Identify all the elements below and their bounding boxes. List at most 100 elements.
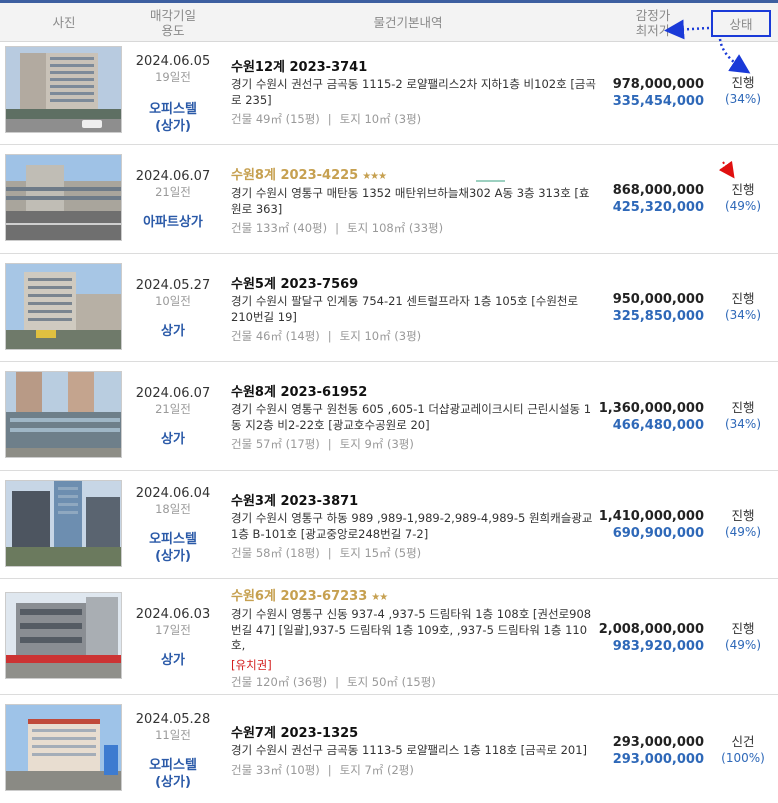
appraisal-price: 293,000,000	[612, 735, 704, 750]
address: 경기 수원시 영통구 원천동 605 ,605-1 더샵광교레이크시티 근린시설…	[231, 402, 592, 432]
use-type[interactable]: 오피스텔	[128, 101, 218, 118]
area-info: 건물 49㎡ (15평) | 토지 10㎡ (3평)	[231, 112, 422, 126]
address: 경기 수원시 팔달구 인계동 754-21 센트럴프라자 1층 105호 [수원…	[231, 294, 579, 324]
status-text: 진행	[731, 182, 755, 197]
rating-stars: ★★	[371, 592, 388, 603]
days-left: 21일전	[155, 185, 191, 199]
days-left: 18일전	[155, 502, 191, 516]
table-row[interactable]: 2024.06.07 21일전 아파트상가 수원8계 2023-4225 ★★★ …	[0, 145, 778, 254]
header-info: 물건기본내역	[373, 15, 443, 30]
status-percent: (34%)	[724, 92, 762, 106]
status-cell: 진행 (49%)	[708, 507, 778, 540]
sale-date: 2024.06.05	[135, 54, 211, 69]
table-row[interactable]: 2024.05.28 11일전 오피스텔 (상가) 수원7계 2023-1325…	[0, 695, 778, 803]
use-type[interactable]: 상가	[128, 323, 218, 340]
status-text: 진행	[731, 291, 755, 306]
status-text: 진행	[731, 400, 755, 415]
status-cell: 진행 (34%)	[708, 399, 778, 432]
price-cell: 1,410,000,000 690,900,000	[598, 508, 704, 542]
status-text: 진행	[731, 621, 755, 636]
days-left: 10일전	[155, 294, 191, 308]
header-date-use: 매각기일 용도	[149, 7, 196, 38]
property-photo[interactable]	[5, 592, 122, 679]
sale-date-cell: 2024.06.07 21일전 상가	[128, 386, 218, 448]
use-type-sub[interactable]: (상가)	[128, 548, 218, 565]
price-cell: 978,000,000 335,454,000	[598, 76, 704, 110]
area-info: 건물 46㎡ (14평) | 토지 10㎡ (3평)	[231, 329, 422, 343]
status-text: 진행	[731, 75, 755, 90]
property-photo[interactable]	[5, 263, 122, 350]
header-status-highlight[interactable]: 상태	[711, 10, 771, 37]
property-photo[interactable]	[5, 704, 122, 791]
use-type[interactable]: 상가	[128, 652, 218, 669]
use-type-sub[interactable]: (상가)	[128, 774, 218, 791]
minimum-price: 293,000,000	[612, 752, 704, 767]
case-number[interactable]: 수원3계 2023-3871	[231, 493, 597, 510]
header-price[interactable]: 감정가 최저가	[598, 3, 708, 42]
case-number[interactable]: 수원8계 2023-61952	[231, 384, 597, 401]
minimum-price: 466,480,000	[612, 418, 704, 433]
use-type[interactable]: 오피스텔	[128, 757, 218, 774]
area-info: 건물 133㎡ (40평) | 토지 108㎡ (33평)	[231, 221, 444, 235]
sale-date: 2024.06.07	[135, 169, 211, 184]
status-cell: 신건 (100%)	[708, 733, 778, 766]
case-number[interactable]: 수원7계 2023-1325	[231, 725, 597, 742]
price-cell: 2,008,000,000 983,920,000	[598, 621, 704, 655]
use-type[interactable]: 오피스텔	[128, 531, 218, 548]
price-cell: 868,000,000 425,320,000	[598, 182, 704, 216]
status-percent: (34%)	[724, 308, 762, 322]
status-cell: 진행 (34%)	[708, 290, 778, 323]
sale-date-cell: 2024.06.07 21일전 아파트상가	[128, 169, 218, 231]
days-left: 11일전	[155, 728, 191, 742]
property-info: 수원6계 2023-67233 ★★ 경기 수원시 영통구 신동 937-4 ,9…	[231, 588, 597, 690]
sale-date-cell: 2024.06.05 19일전 오피스텔 (상가)	[128, 54, 218, 135]
area-info: 건물 120㎡ (36평) | 토지 50㎡ (15평)	[231, 674, 436, 689]
status-cell: 진행 (49%)	[708, 620, 778, 653]
property-photo[interactable]	[5, 46, 122, 133]
area-info: 건물 57㎡ (17평) | 토지 9㎡ (3평)	[231, 437, 414, 451]
area-info: 건물 33㎡ (10평) | 토지 7㎡ (2평)	[231, 762, 414, 777]
sale-date: 2024.05.27	[135, 278, 211, 293]
table-row[interactable]: 2024.06.04 18일전 오피스텔 (상가) 수원3계 2023-3871…	[0, 471, 778, 579]
use-type[interactable]: 상가	[128, 431, 218, 448]
status-text: 진행	[731, 508, 755, 523]
address: 경기 수원시 권선구 금곡동 1115-2 로얄팰리스2차 지하1층 비102호…	[231, 77, 596, 107]
sale-date: 2024.06.03	[135, 607, 211, 622]
status-percent: (49%)	[724, 638, 762, 652]
status-cell: 진행 (49%)	[708, 181, 778, 214]
address: 경기 수원시 권선구 금곡동 1113-5 로얄팰리스 1층 118호 [금곡로…	[231, 743, 588, 757]
table-row[interactable]: 2024.06.05 19일전 오피스텔 (상가) 수원12계 2023-374…	[0, 43, 778, 145]
sale-date: 2024.05.28	[135, 712, 211, 727]
appraisal-price: 1,410,000,000	[598, 509, 704, 524]
sale-date-cell: 2024.05.28 11일전 오피스텔 (상가)	[128, 712, 218, 791]
appraisal-price: 978,000,000	[612, 77, 704, 92]
property-info: 수원12계 2023-3741 경기 수원시 권선구 금곡동 1115-2 로얄…	[231, 59, 597, 127]
table-row[interactable]: 2024.06.07 21일전 상가 수원8계 2023-61952 경기 수원…	[0, 362, 778, 471]
status-text: 신건	[731, 734, 755, 749]
property-photo[interactable]	[5, 371, 122, 458]
appraisal-price: 1,360,000,000	[598, 401, 704, 416]
days-left: 21일전	[155, 402, 191, 416]
table-row[interactable]: 2024.05.27 10일전 상가 수원5계 2023-7569 경기 수원시…	[0, 254, 778, 362]
status-percent: (100%)	[721, 751, 765, 765]
case-number[interactable]: 수원8계 2023-4225 ★★★	[231, 167, 597, 185]
property-photo[interactable]	[5, 154, 122, 241]
use-type-sub[interactable]: (상가)	[128, 118, 218, 135]
use-type[interactable]: 아파트상가	[128, 214, 218, 231]
case-number[interactable]: 수원12계 2023-3741	[231, 59, 597, 76]
minimum-price: 983,920,000	[612, 639, 704, 654]
property-photo[interactable]	[5, 480, 122, 567]
appraisal-price: 950,000,000	[612, 292, 704, 307]
case-number[interactable]: 수원5계 2023-7569	[231, 276, 597, 293]
property-info: 수원8계 2023-61952 경기 수원시 영통구 원천동 605 ,605-…	[231, 384, 597, 452]
appraisal-price: 2,008,000,000	[598, 622, 704, 637]
area-info: 건물 58㎡ (18평) | 토지 15㎡ (5평)	[231, 546, 422, 560]
minimum-price: 425,320,000	[612, 200, 704, 215]
table-row[interactable]: 2024.06.03 17일전 상가 수원6계 2023-67233 ★★ 경기 …	[0, 579, 778, 695]
minimum-price: 690,900,000	[612, 526, 704, 541]
property-info: 수원5계 2023-7569 경기 수원시 팔달구 인계동 754-21 센트럴…	[231, 276, 597, 344]
minimum-price: 335,454,000	[612, 94, 704, 109]
address: 경기 수원시 영통구 하동 989 ,989-1,989-2,989-4,989…	[231, 511, 593, 541]
price-cell: 1,360,000,000 466,480,000	[598, 400, 704, 434]
case-number[interactable]: 수원6계 2023-67233 ★★	[231, 588, 597, 606]
